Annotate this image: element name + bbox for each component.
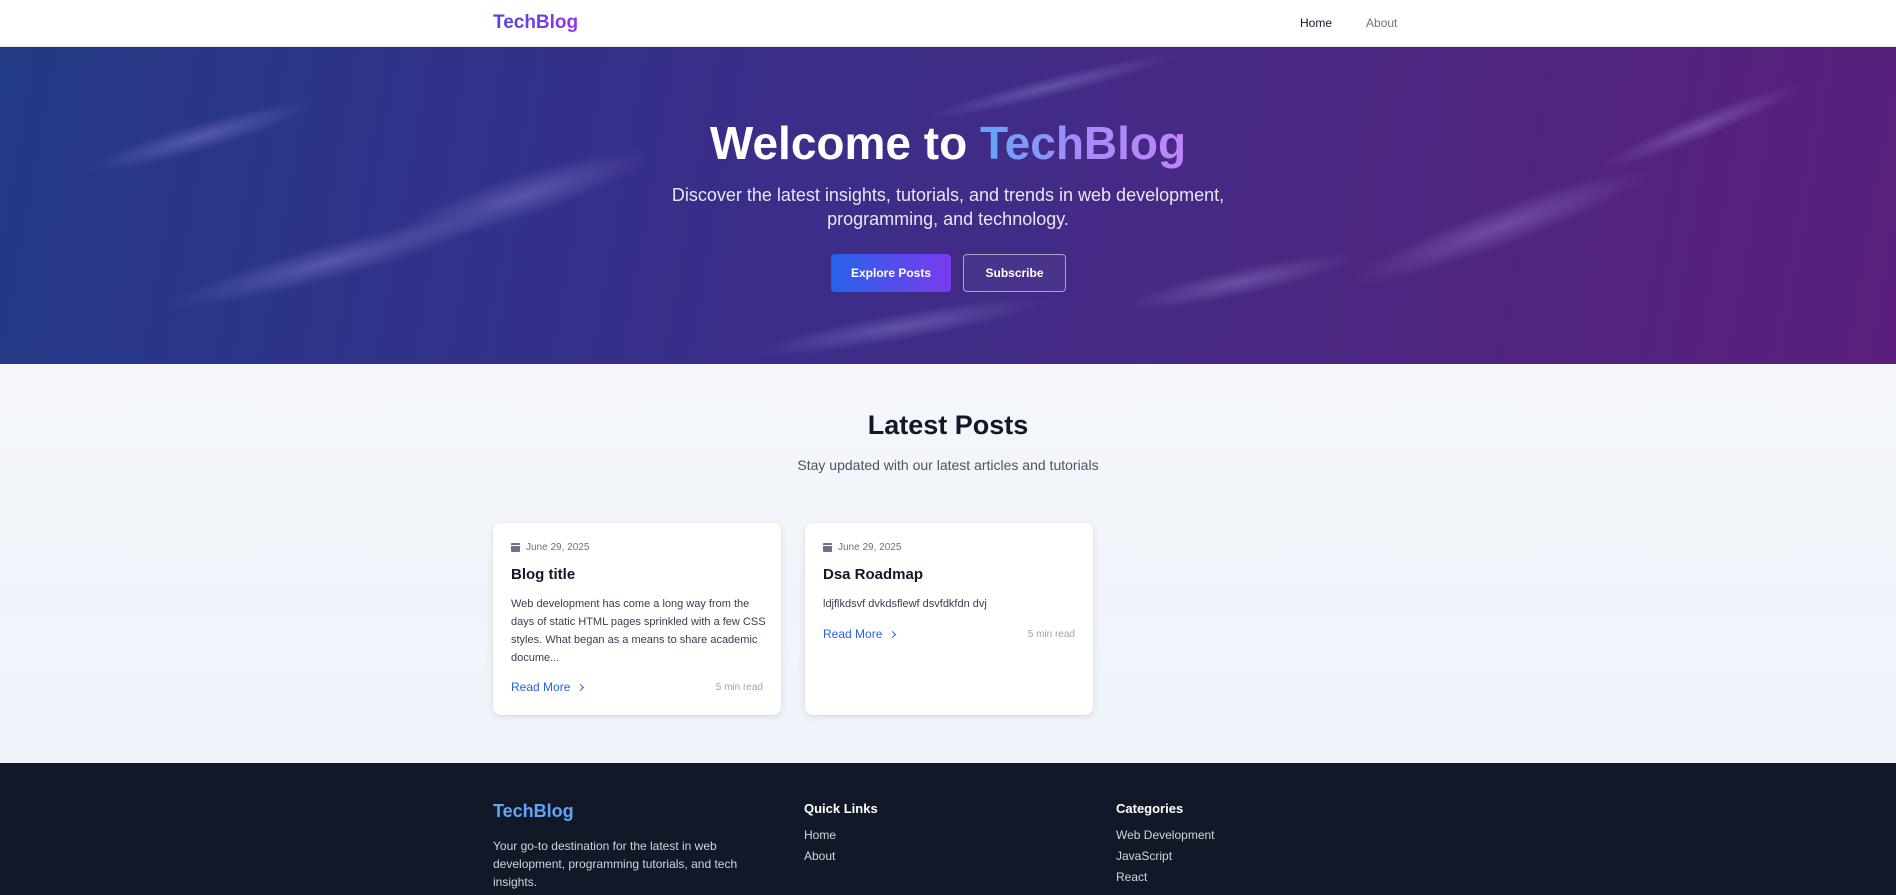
categories-heading: Categories	[1116, 801, 1184, 816]
nav-link-about[interactable]: About	[1366, 16, 1397, 30]
category-link-web-development[interactable]: Web Development	[1116, 828, 1215, 842]
explore-posts-button[interactable]: Explore Posts	[831, 254, 951, 292]
read-more-link[interactable]: Read More	[823, 627, 897, 641]
read-time: 5 min read	[715, 682, 763, 693]
post-excerpt: Web development has come a long way from…	[511, 598, 766, 664]
calendar-icon	[823, 543, 832, 552]
read-more-label: Read More	[823, 627, 883, 641]
site-logo[interactable]: TechBlog	[493, 12, 578, 34]
hero-title-accent: TechBlog	[979, 117, 1187, 169]
read-more-link[interactable]: Read More	[511, 680, 585, 694]
hero-subtitle: Discover the latest insights, tutorials,…	[671, 185, 1225, 229]
subscribe-button[interactable]: Subscribe	[963, 254, 1066, 292]
site-footer: TechBlog Your go-to destination for the …	[0, 763, 1896, 895]
nav-link-home[interactable]: Home	[1300, 16, 1332, 30]
calendar-icon	[511, 543, 520, 552]
hero-banner: Welcome to TechBlog Discover the latest …	[0, 47, 1896, 364]
post-date: June 29, 2025	[526, 542, 590, 553]
nav-links: Home About	[1300, 16, 1397, 30]
post-date-row: June 29, 2025	[823, 542, 901, 553]
section-title: Latest Posts	[867, 410, 1029, 440]
post-date: June 29, 2025	[838, 542, 902, 553]
quick-links-heading: Quick Links	[804, 801, 878, 816]
hero-title: Welcome to TechBlog	[0, 116, 1896, 170]
post-excerpt: ldjflkdsvf dvkdsflewf dsvfdkfdn dvj	[823, 598, 987, 610]
post-card[interactable]: June 29, 2025 Blog title Web development…	[493, 523, 781, 715]
chevron-right-icon	[889, 630, 897, 638]
footer-categories: Categories Web Development JavaScript Re…	[1116, 801, 1215, 891]
footer-link-about[interactable]: About	[804, 849, 878, 863]
chevron-right-icon	[577, 683, 585, 691]
hero-title-prefix: Welcome to	[709, 117, 980, 169]
latest-posts-section: Latest Posts Stay updated with our lates…	[0, 364, 1896, 763]
footer-logo[interactable]: TechBlog	[493, 801, 574, 822]
post-title[interactable]: Blog title	[511, 566, 575, 583]
section-subtitle: Stay updated with our latest articles an…	[797, 457, 1099, 473]
post-title[interactable]: Dsa Roadmap	[823, 566, 923, 583]
read-more-label: Read More	[511, 680, 571, 694]
footer-quick-links: Quick Links Home About	[804, 801, 878, 870]
category-link-javascript[interactable]: JavaScript	[1116, 849, 1215, 863]
read-time: 5 min read	[1027, 629, 1075, 640]
post-card[interactable]: June 29, 2025 Dsa Roadmap ldjflkdsvf dvk…	[805, 523, 1093, 715]
footer-description: Your go-to destination for the latest in…	[493, 839, 738, 889]
footer-link-home[interactable]: Home	[804, 828, 878, 842]
post-date-row: June 29, 2025	[511, 542, 589, 553]
category-link-react[interactable]: React	[1116, 870, 1215, 884]
top-navbar: TechBlog Home About	[0, 0, 1896, 47]
